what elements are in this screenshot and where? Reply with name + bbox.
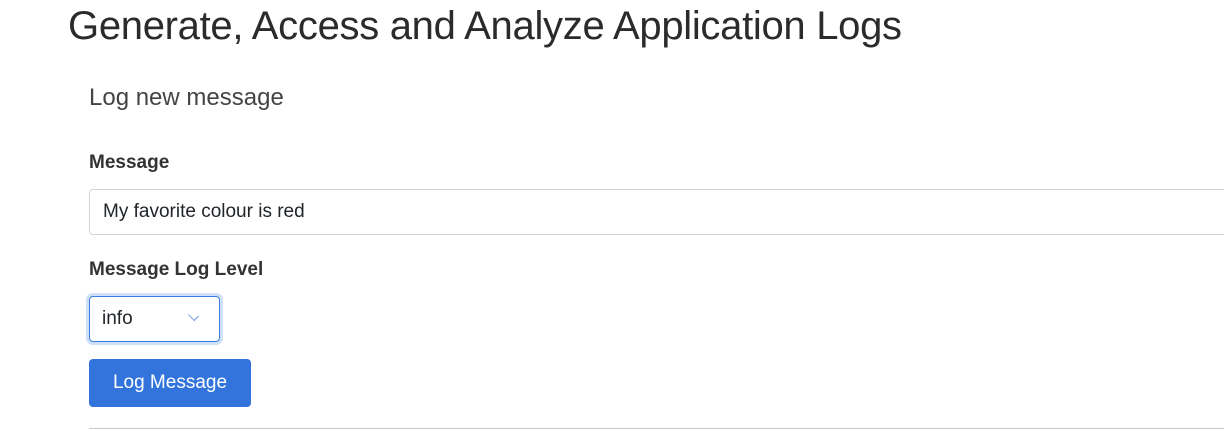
log-level-label: Message Log Level [89, 259, 264, 280]
chevron-down-icon [188, 310, 199, 321]
divider [89, 428, 1224, 429]
log-level-value: info [102, 308, 133, 329]
message-label: Message [89, 152, 170, 173]
log-level-select[interactable]: info [89, 296, 220, 342]
page-title: Generate, Access and Analyze Application… [68, 4, 902, 48]
log-message-button[interactable]: Log Message [89, 359, 251, 407]
message-input[interactable]: My favorite colour is red [89, 189, 1224, 235]
section-title: Log new message [89, 84, 284, 111]
